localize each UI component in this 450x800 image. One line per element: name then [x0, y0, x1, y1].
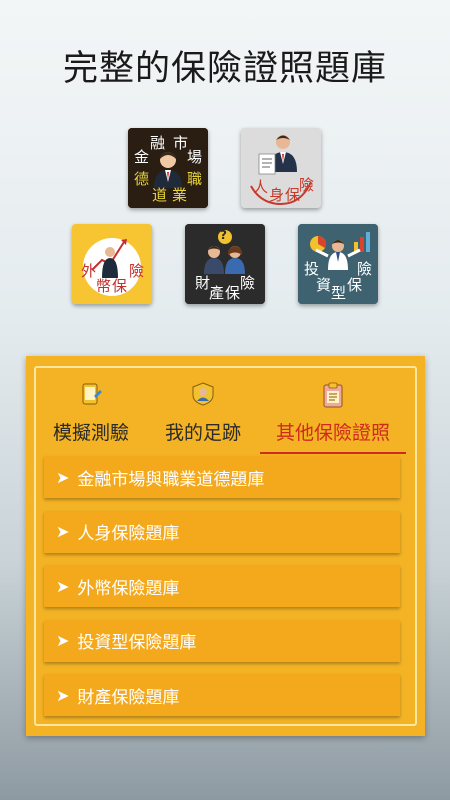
tile-char: 保	[225, 284, 241, 302]
tile-char: 型	[331, 284, 347, 302]
list-item-life-insurance[interactable]: ➤ 人身保險題庫	[44, 510, 400, 553]
list-item-property[interactable]: ➤ 財產保險題庫	[44, 674, 400, 717]
tab-mock-exam[interactable]: 模擬測驗	[36, 368, 146, 454]
list-item-foreign-currency[interactable]: ➤ 外幣保險題庫	[44, 565, 400, 608]
list-item-label: 人身保險題庫	[77, 524, 180, 545]
finance-ethics-tile[interactable]: 融 市 金 場 德 職 道 業	[128, 128, 208, 208]
tab-label: 我的足跡	[164, 422, 241, 444]
tile-char: 險	[240, 274, 256, 292]
foreign-currency-tile[interactable]: 外 幣 保 險	[72, 224, 152, 304]
tile-char: 金	[134, 148, 150, 166]
list-item-label: 財產保險題庫	[77, 687, 180, 708]
businessman-icon	[128, 128, 208, 208]
property-insurance-tile[interactable]: ? 財 產 保 險	[185, 224, 265, 304]
arrow-icon: ➤	[56, 522, 70, 542]
list-item-finance-ethics[interactable]: ➤ 金融市場與職業道德題庫	[44, 456, 400, 498]
tile-char: 德	[134, 170, 150, 188]
arrow-icon: ➤	[56, 467, 70, 487]
page-headline: 完整的保險證照題庫	[62, 49, 387, 89]
tile-char: 業	[172, 186, 188, 204]
tab-label: 其他保險證照	[275, 422, 390, 444]
arrow-icon: ➤	[56, 685, 70, 705]
list-item-investment[interactable]: ➤ 投資型保險題庫	[44, 619, 400, 662]
question-badge: ?	[220, 228, 227, 242]
tile-char: 幣	[96, 277, 112, 295]
tile-char: 場	[187, 148, 203, 166]
tile-char: 身	[269, 186, 285, 204]
tile-char: 融	[150, 134, 166, 152]
list-item-label: 外幣保險題庫	[77, 578, 180, 599]
clipboard-icon	[322, 382, 344, 412]
list-item-label: 金融市場與職業道德題庫	[77, 469, 265, 490]
tile-char: 險	[357, 260, 373, 278]
tile-char: 險	[299, 176, 315, 194]
tab-bar: 模擬測驗 我的足跡 其他保險證照	[36, 368, 415, 454]
tab-label: 模擬測驗	[52, 422, 129, 444]
tile-char: 市	[173, 134, 189, 152]
arrow-icon: ➤	[56, 576, 70, 596]
arrow-icon: ➤	[56, 631, 70, 651]
tab-my-footprint[interactable]: 我的足跡	[148, 368, 258, 454]
menu-panel: 模擬測驗 我的足跡 其他保險證照 ➤ 金融市場與職業道德題庫 ➤ 人身保險題庫 …	[26, 356, 425, 736]
tile-char: 財	[195, 274, 211, 292]
tile-char: 產	[209, 284, 225, 302]
tile-char: 保	[347, 276, 363, 294]
tile-char: 投	[304, 260, 320, 278]
list-item-label: 投資型保險題庫	[77, 633, 197, 654]
investment-insurance-tile[interactable]: 投 資 型 保 險	[298, 224, 378, 304]
exam-bank-list: ➤ 金融市場與職業道德題庫 ➤ 人身保險題庫 ➤ 外幣保險題庫 ➤ 投資型保險題…	[44, 456, 400, 729]
active-tab-indicator	[260, 452, 406, 454]
tile-char: 險	[129, 262, 145, 280]
user-badge-icon	[191, 382, 215, 410]
life-insurance-tile[interactable]: 人 身 保 險	[241, 128, 321, 208]
tablet-icon	[80, 382, 102, 410]
tile-char: 資	[316, 276, 332, 294]
tile-char: 職	[187, 170, 203, 188]
tile-char: 人	[253, 178, 269, 196]
tab-other-licenses[interactable]: 其他保險證照	[260, 368, 406, 454]
tile-char: 保	[285, 186, 301, 204]
tile-char: 外	[81, 262, 97, 280]
tile-char: 道	[152, 186, 168, 204]
tile-char: 保	[112, 277, 128, 295]
